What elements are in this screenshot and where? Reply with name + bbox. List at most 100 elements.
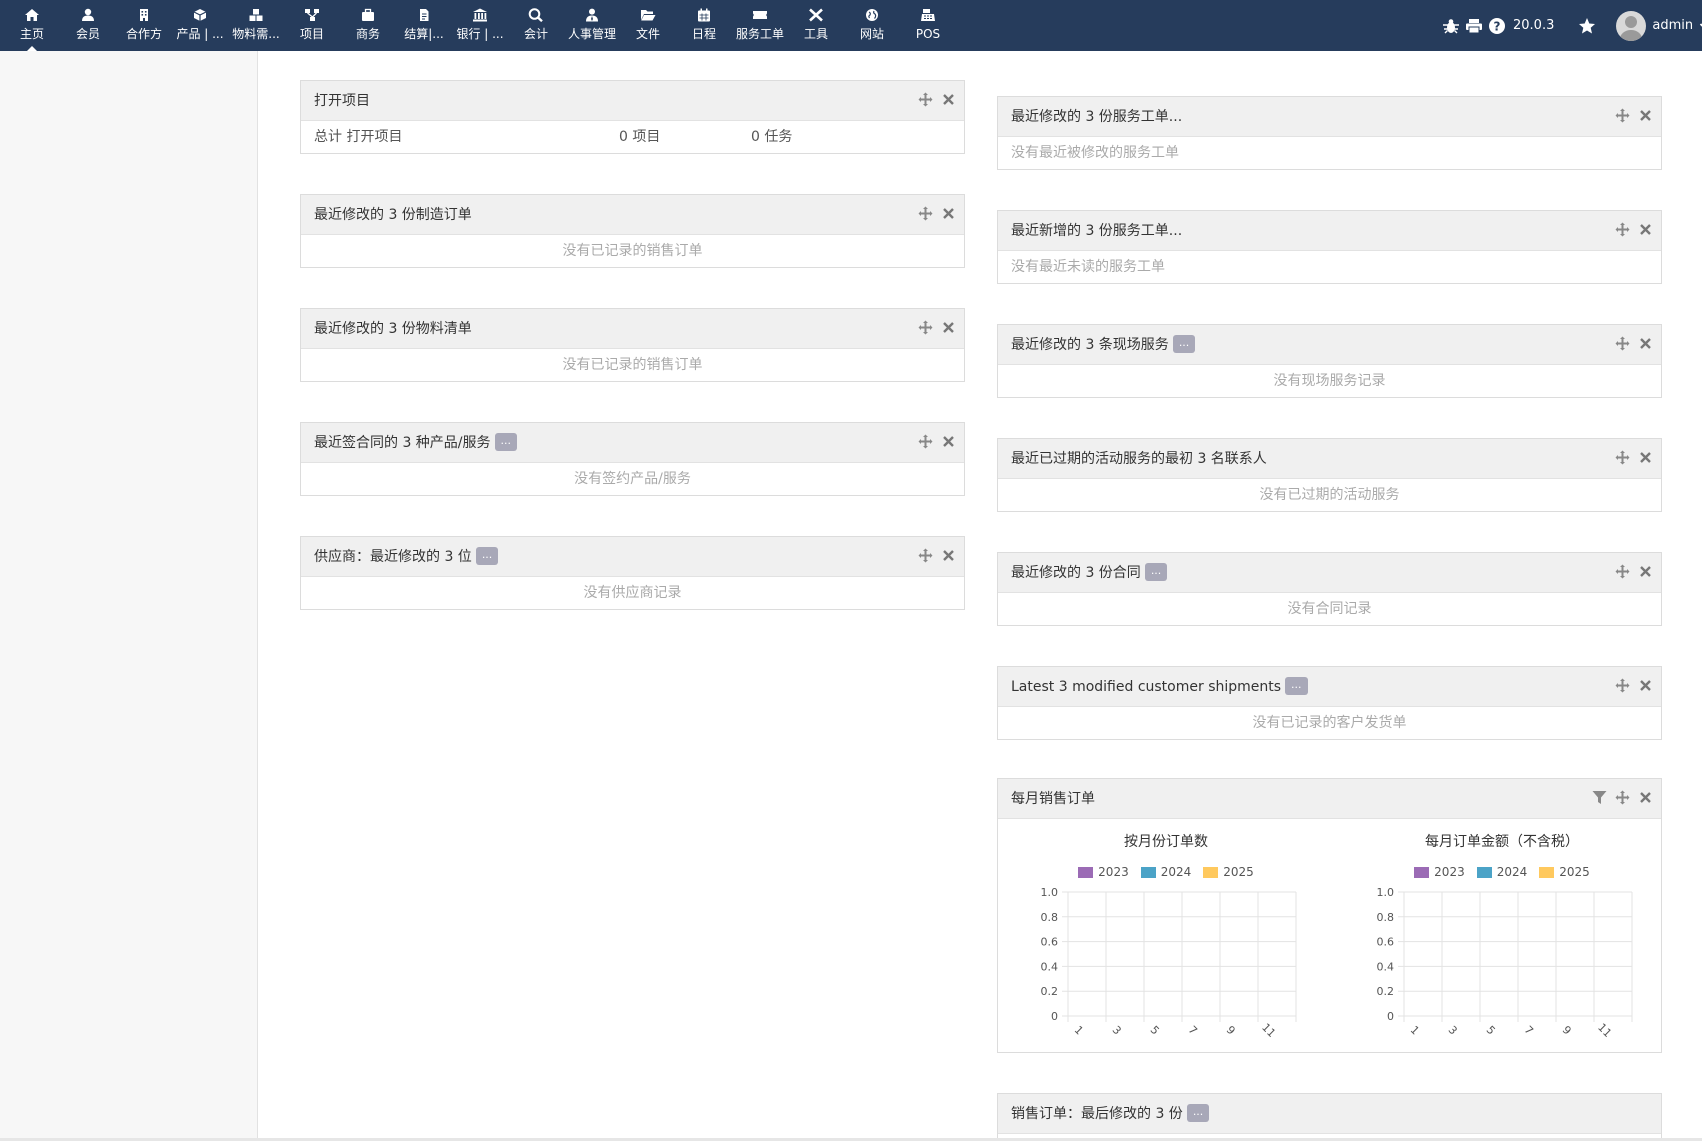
nav-label: 合作方: [125, 27, 162, 41]
nav-label: 会计: [523, 27, 548, 41]
box-title: 最近修改的 3 份物料清单: [314, 321, 472, 337]
svg-text:?: ?: [1494, 19, 1501, 33]
nav-pos[interactable]: POS: [900, 0, 956, 51]
widget-box: 最近签合同的 3 种产品/服务... 没有签约产品/服务: [300, 422, 965, 496]
nav-hr[interactable]: 人事管理: [564, 0, 620, 51]
box-header[interactable]: 打开项目: [301, 81, 964, 121]
total-label: 总计 打开项目: [314, 129, 403, 145]
x-tick-label: 9: [1224, 1023, 1238, 1037]
more-button[interactable]: ...: [1172, 335, 1196, 353]
close-icon[interactable]: [1638, 336, 1653, 351]
box-header[interactable]: 销售订单：最后修改的 3 份...: [998, 1094, 1661, 1134]
avatar[interactable]: [1616, 10, 1647, 41]
top-navbar: 主页 会员 合作方 产品 | ... 物料需... 项目 商务 结算|... 银…: [0, 0, 1702, 51]
user-icon: [82, 8, 94, 21]
box-header[interactable]: Latest 3 modified customer shipments...: [998, 667, 1661, 707]
box-header[interactable]: 供应商：最近修改的 3 位...: [301, 537, 964, 577]
box-header[interactable]: 每月销售订单: [998, 779, 1661, 819]
box-header[interactable]: 最近签合同的 3 种产品/服务...: [301, 423, 964, 463]
username-label[interactable]: admin: [1652, 18, 1693, 33]
x-tick-label: 9: [1560, 1023, 1574, 1037]
nav-website[interactable]: 网站: [844, 0, 900, 51]
version-label: 20.0.3: [1513, 18, 1555, 33]
projects-count[interactable]: 0 项目: [619, 121, 660, 154]
x-tick-label: 7: [1186, 1023, 1200, 1037]
nav-label: 服务工单: [735, 27, 784, 41]
building-icon: [140, 9, 148, 21]
close-icon[interactable]: [1638, 222, 1653, 237]
nav-commercial[interactable]: 商务: [340, 0, 396, 51]
box-header[interactable]: 最近修改的 3 份物料清单: [301, 309, 964, 349]
close-icon[interactable]: [1638, 450, 1653, 465]
box-header[interactable]: 最近修改的 3 份合同...: [998, 553, 1661, 593]
box-header[interactable]: 最近修改的 3 份制造订单: [301, 195, 964, 235]
move-icon[interactable]: [1615, 450, 1630, 465]
nav-mrp[interactable]: 物料需...: [228, 0, 284, 51]
bookmark-star-icon[interactable]: [1578, 17, 1596, 35]
close-icon[interactable]: [941, 320, 956, 335]
move-icon[interactable]: [918, 548, 933, 563]
move-icon[interactable]: [918, 206, 933, 221]
empty-message: 没有已记录的客户发货单: [1252, 715, 1407, 731]
close-icon[interactable]: [941, 206, 956, 221]
nav-members[interactable]: 会员: [60, 0, 116, 51]
close-icon[interactable]: [1638, 678, 1653, 693]
y-tick-label: 1.0: [1377, 886, 1395, 899]
nav-tickets[interactable]: 服务工单: [732, 0, 788, 51]
y-tick-label: 0: [1051, 1010, 1058, 1023]
close-icon[interactable]: [1638, 564, 1653, 579]
nav-agenda[interactable]: 日程: [676, 0, 732, 51]
more-button[interactable]: ...: [1285, 677, 1308, 695]
filter-icon[interactable]: [1592, 790, 1607, 805]
nav-accounting[interactable]: 会计: [508, 0, 564, 51]
nav-label: 项目: [299, 27, 324, 41]
move-icon[interactable]: [1615, 108, 1630, 123]
close-icon[interactable]: [941, 434, 956, 449]
close-icon[interactable]: [1638, 790, 1653, 805]
box-title: Latest 3 modified customer shipments: [1011, 679, 1282, 695]
move-icon[interactable]: [1615, 564, 1630, 579]
print-icon[interactable]: [1465, 18, 1483, 34]
box-header[interactable]: 最近新增的 3 份服务工单...: [998, 211, 1661, 251]
close-icon[interactable]: [1638, 108, 1653, 123]
nav-label: 日程: [691, 27, 716, 41]
box-header[interactable]: 最近修改的 3 份服务工单...: [998, 97, 1661, 137]
x-tick-label: 3: [1110, 1023, 1124, 1037]
empty-message: 没有最近未读的服务工单: [1011, 259, 1165, 275]
move-icon[interactable]: [1615, 678, 1630, 693]
more-button[interactable]: ...: [1186, 1104, 1210, 1122]
widget-box: 最近修改的 3 份服务工单... 没有最近被修改的服务工单: [997, 96, 1662, 170]
nav-tools[interactable]: 工具: [788, 0, 844, 51]
close-icon[interactable]: [941, 548, 956, 563]
move-icon[interactable]: [1615, 336, 1630, 351]
box-header[interactable]: 最近已过期的活动服务的最初 3 名联系人: [998, 439, 1661, 479]
more-button[interactable]: ...: [494, 433, 518, 451]
move-icon[interactable]: [918, 92, 933, 107]
bug-icon[interactable]: [1442, 18, 1460, 34]
move-icon[interactable]: [918, 320, 933, 335]
tasks-count[interactable]: 0 任务: [751, 121, 792, 154]
nav-documents[interactable]: 文件: [620, 0, 676, 51]
box-header[interactable]: 最近修改的 3 条现场服务...: [998, 325, 1661, 365]
nav-billing[interactable]: 结算|...: [396, 0, 452, 51]
open-projects-row: 总计 打开项目 0 项目 0 任务: [301, 121, 964, 154]
help-icon[interactable]: ?: [1488, 17, 1506, 35]
more-button[interactable]: ...: [1144, 563, 1168, 581]
move-icon[interactable]: [1615, 222, 1630, 237]
close-icon[interactable]: [941, 92, 956, 107]
nav-label: 物料需...: [232, 27, 280, 41]
nav-home[interactable]: 主页: [4, 0, 60, 51]
move-icon[interactable]: [1615, 790, 1630, 805]
x-tick-label: 11: [1595, 1021, 1614, 1040]
move-icon[interactable]: [918, 434, 933, 449]
box-title: 供应商：最近修改的 3 位: [314, 549, 472, 565]
empty-message: 没有签约产品/服务: [574, 471, 691, 487]
box-title: 每月销售订单: [1011, 791, 1095, 807]
nav-bank[interactable]: 银行 | ...: [452, 0, 508, 51]
chart-plot: 0 0.2 0.4 0.6 0.8 1.0 1 3 5 7 9 11: [1041, 886, 1297, 1040]
nav-partners[interactable]: 合作方: [116, 0, 172, 51]
nav-projects[interactable]: 项目: [284, 0, 340, 51]
more-button[interactable]: ...: [475, 547, 499, 565]
widget-box: 最近新增的 3 份服务工单... 没有最近未读的服务工单: [997, 210, 1662, 284]
nav-products[interactable]: 产品 | ...: [172, 0, 228, 51]
